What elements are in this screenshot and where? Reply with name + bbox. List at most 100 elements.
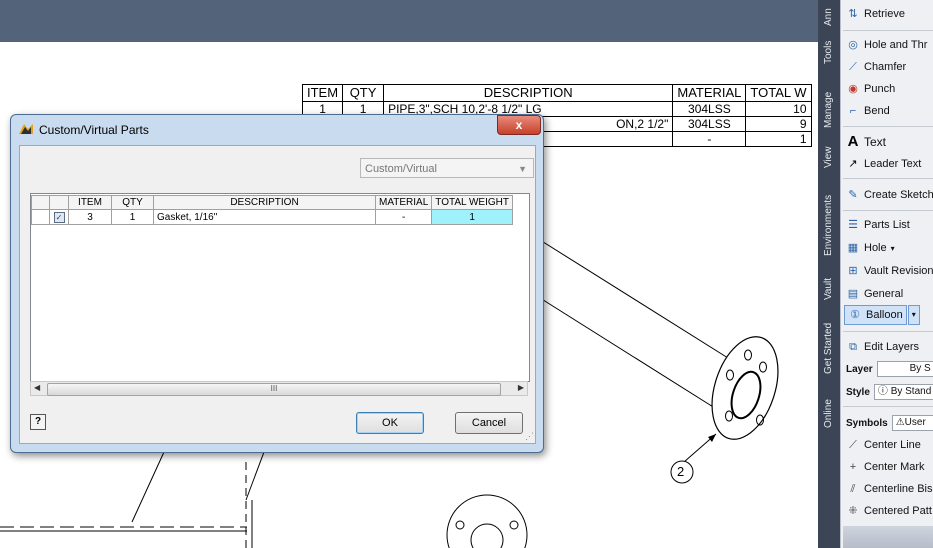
vault-revision-icon: ⊞ [848, 265, 858, 277]
close-button[interactable]: x [497, 115, 541, 135]
scrollbar-thumb[interactable]: III [47, 383, 501, 396]
custom-parts-table[interactable]: ITEM QTY DESCRIPTION MATERIAL TOTAL WEIG… [31, 195, 513, 225]
tab-vault[interactable]: Vault [818, 270, 840, 304]
inventor-logo-icon [19, 124, 33, 134]
cell-material: 304LSS [672, 101, 747, 117]
layers-icon: ⧉ [849, 341, 857, 353]
leader-line [245, 451, 265, 501]
cell-weight: 10 [745, 101, 812, 117]
tab-view[interactable]: View [818, 142, 840, 172]
balloon-button-face[interactable]: ① Balloon [844, 305, 907, 325]
row-header-cell[interactable] [31, 209, 50, 225]
col-material[interactable]: MATERIAL [374, 195, 433, 210]
ribbon-panel: ⇅ Retrieve ◎ Hole and Thr ⟋ Chamfer ◉ Punch … [840, 0, 933, 548]
panel-divider [843, 178, 933, 179]
tab-get-started[interactable]: Get Started [818, 312, 840, 376]
panel-divider [843, 210, 933, 211]
bend-button[interactable]: ⌐ Bend [846, 101, 933, 121]
style-selector[interactable]: Style ⓘ By Stand [846, 382, 933, 402]
cell-material: - [672, 131, 747, 147]
include-checkbox-cell[interactable]: ✓ [49, 209, 69, 225]
include-checkbox[interactable]: ✓ [53, 211, 65, 223]
bend-icon: ⌐ [849, 105, 857, 117]
leader-text-icon: ↗ [848, 158, 858, 170]
cell-material: 304LSS [672, 116, 747, 132]
pipe-edge-bottom [539, 297, 719, 411]
text-button[interactable]: A Text [846, 132, 933, 152]
cell-item[interactable]: 3 [68, 209, 112, 225]
col-total-weight[interactable]: TOTAL WEIGHT [431, 195, 513, 210]
center-line-icon: ⟋ [849, 439, 857, 451]
cancel-button[interactable]: Cancel [455, 412, 523, 434]
text-icon: A [847, 133, 859, 150]
grid-header-row: ITEM QTY DESCRIPTION MATERIAL TOTAL WEIG… [31, 195, 513, 210]
parts-list-icon: ☰ [848, 219, 858, 231]
scroll-left-icon[interactable]: ◀ [34, 383, 40, 392]
sketch-icon: ✎ [848, 189, 858, 201]
pipe-edge-top [539, 239, 729, 359]
col-qty[interactable]: QTY [111, 195, 154, 210]
ribbon-tab-strip: Ann Tools Manage View Environments Vault… [818, 0, 840, 548]
hole-thread-icon: ◎ [848, 39, 858, 51]
create-sketch-button[interactable]: ✎ Create Sketch [846, 185, 933, 205]
edit-layers-button[interactable]: ⧉ Edit Layers [846, 337, 933, 357]
tab-tools[interactable]: Tools [818, 34, 840, 68]
layer-selector[interactable]: Layer By S [846, 359, 933, 379]
help-button[interactable]: ? [30, 414, 46, 430]
tab-annotate[interactable]: Ann [818, 0, 840, 28]
retrieve-button[interactable]: ⇅ Retrieve [846, 4, 933, 24]
chamfer-icon: ⟋ [849, 61, 857, 73]
leader-text-button[interactable]: ↗ Leader Text [846, 154, 933, 174]
balloon-button[interactable]: ① Balloon ▾ [844, 305, 933, 325]
scroll-right-icon[interactable]: ▶ [518, 383, 524, 392]
hole-thread-button[interactable]: ◎ Hole and Thr [846, 35, 933, 55]
cell-material[interactable]: - [374, 209, 433, 225]
cell-total-weight[interactable]: 1 [431, 209, 513, 225]
panel-footer-bar [843, 526, 933, 548]
vault-revision-button[interactable]: ⊞ Vault Revision [846, 261, 933, 281]
symbols-value[interactable]: ⚠User [891, 415, 933, 431]
center-mark-icon: + [849, 461, 857, 473]
col-item[interactable]: ITEM [68, 195, 112, 210]
dialog-body: Custom/Virtual ▼ ITEM QTY DESCRIPTION MAT… [19, 145, 536, 444]
symbols-selector[interactable]: Symbols ⚠User [846, 413, 933, 433]
hole-table-button[interactable]: ▦ Hole ▾ [846, 238, 933, 258]
custom-parts-grid[interactable]: ITEM QTY DESCRIPTION MATERIAL TOTAL WEIG… [30, 193, 530, 382]
balloon-dropdown-arrow[interactable]: ▾ [907, 305, 920, 325]
punch-icon: ◉ [848, 83, 858, 95]
balloon-icon: ① [850, 309, 860, 321]
tab-online[interactable]: Online [818, 390, 840, 430]
chevron-down-icon: ▼ [518, 164, 527, 174]
dialog-title: Custom/Virtual Parts [39, 123, 149, 137]
parts-list-button[interactable]: ☰ Parts List [846, 215, 933, 235]
center-line-button[interactable]: ⟋ Center Line [846, 435, 933, 455]
cell-description[interactable]: Gasket, 1/16" [153, 209, 376, 225]
style-icon: ⓘ [877, 386, 888, 397]
tab-manage[interactable]: Manage [818, 84, 840, 132]
general-table-button[interactable]: ▤ General [846, 284, 933, 304]
style-value[interactable]: ⓘ By Stand [873, 384, 933, 400]
ok-button[interactable]: OK [356, 412, 424, 434]
horizontal-scrollbar[interactable]: ◀ III ▶ [30, 381, 528, 396]
chamfer-button[interactable]: ⟋ Chamfer [846, 57, 933, 77]
col-material: MATERIAL [672, 84, 747, 102]
part-type-dropdown[interactable]: Custom/Virtual ▼ [360, 158, 534, 178]
centered-pattern-button[interactable]: ⁜ Centered Patt [846, 501, 933, 521]
table-row[interactable]: ✓ 3 1 Gasket, 1/16" - 1 [31, 209, 513, 225]
layer-value[interactable]: By S [876, 361, 933, 377]
bolt-hole [455, 520, 465, 530]
row-header-cell [31, 195, 50, 210]
retrieve-icon: ⇅ [848, 8, 858, 20]
general-table-icon: ▤ [847, 288, 859, 300]
centerline-bisector-button[interactable]: ⫽ Centerline Bis [846, 479, 933, 499]
custom-virtual-parts-dialog[interactable]: Custom/Virtual Parts x Custom/Virtual ▼ I… [10, 114, 544, 453]
leader-line [131, 451, 165, 523]
punch-button[interactable]: ◉ Punch [846, 79, 933, 99]
col-description[interactable]: DESCRIPTION [153, 195, 376, 210]
resize-grip-icon[interactable]: ⋰ [525, 431, 534, 442]
tab-environments[interactable]: Environments [818, 180, 840, 260]
cell-qty[interactable]: 1 [111, 209, 154, 225]
flange-front-bore [470, 523, 504, 548]
leader-arrow [708, 434, 716, 442]
center-mark-button[interactable]: + Center Mark [846, 457, 933, 477]
